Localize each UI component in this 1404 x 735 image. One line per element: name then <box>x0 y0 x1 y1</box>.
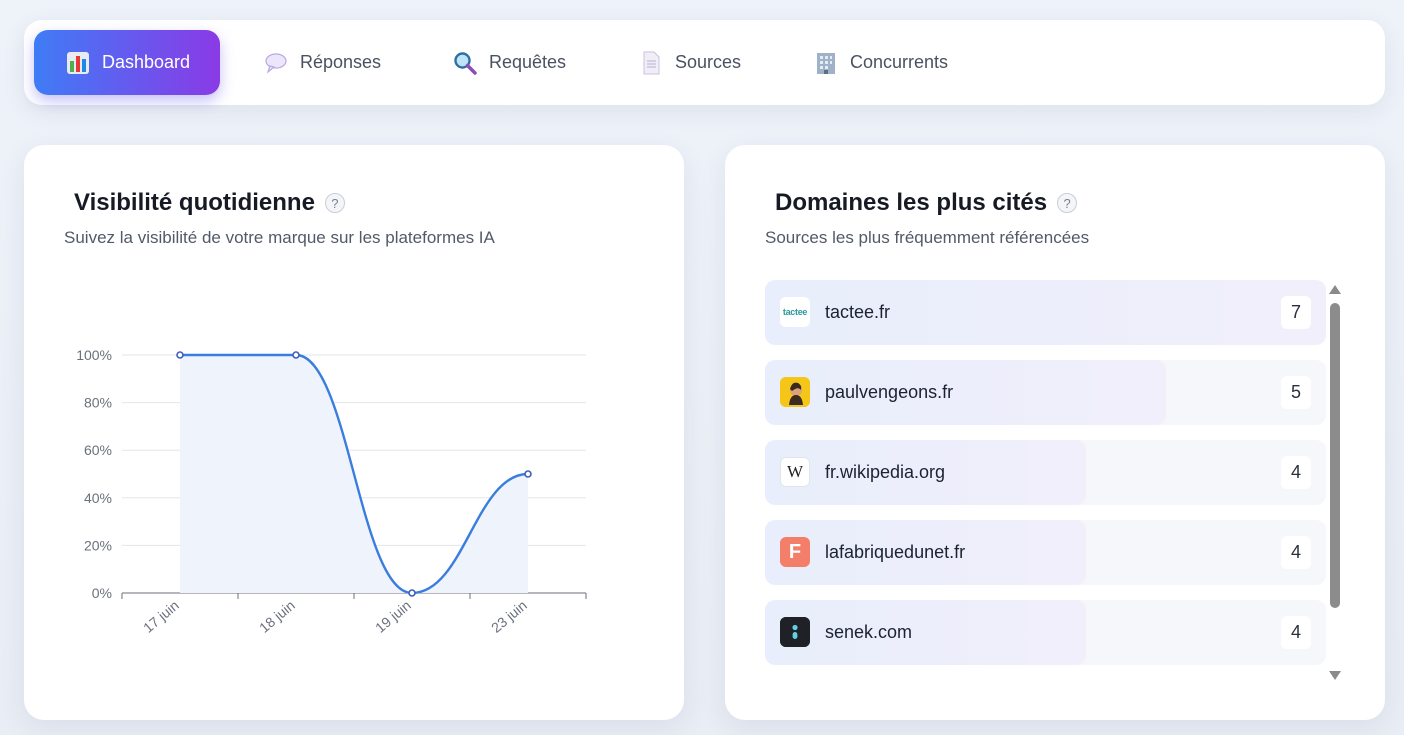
nav-concurrents-label: Concurrents <box>850 52 949 72</box>
domains-subtitle: Sources les plus fréquemment référencées <box>765 228 1090 247</box>
domain-name: lafabriquedunet.fr <box>825 542 966 562</box>
scroll-down-arrow-icon[interactable] <box>1329 671 1341 680</box>
y-tick-label: 0% <box>92 585 112 601</box>
nav-concurrents[interactable]: Concurrents <box>782 30 978 95</box>
bar-chart-icon <box>66 51 90 75</box>
help-icon[interactable]: ? <box>1057 193 1078 213</box>
domains-title-text: Domaines les plus cités <box>775 189 1048 216</box>
document-icon <box>639 51 663 75</box>
nav-reponses-label: Réponses <box>300 52 382 72</box>
scroll-up-arrow-icon[interactable] <box>1329 285 1341 294</box>
data-point <box>408 589 416 597</box>
domains-title: Domaines les plus cités ? <box>775 189 1078 217</box>
domain-logo-icon <box>780 377 810 407</box>
y-tick-label: 20% <box>84 537 112 553</box>
domain-logo-icon: W <box>780 457 810 487</box>
nav-requetes-label: Requêtes <box>489 52 567 72</box>
x-tick-label: 18 juin <box>256 597 298 636</box>
domain-name: tactee.fr <box>825 302 891 322</box>
domain-name: paulvengeons.fr <box>825 382 954 402</box>
y-tick-label: 100% <box>76 347 112 363</box>
data-point <box>292 351 300 359</box>
domain-name: fr.wikipedia.org <box>825 462 946 482</box>
domain-row[interactable]: senek.com 4 <box>765 600 1326 665</box>
speech-bubble-icon <box>264 51 288 75</box>
nav-requetes[interactable]: Requêtes <box>421 30 596 95</box>
data-point <box>176 351 184 359</box>
domain-logo-icon <box>780 617 810 647</box>
scroll-thumb[interactable] <box>1330 303 1340 608</box>
domain-count-badge: 4 <box>1281 616 1311 649</box>
domain-count-badge: 7 <box>1281 296 1311 329</box>
x-tick-label: 19 juin <box>372 597 414 636</box>
domain-count-badge: 5 <box>1281 376 1311 409</box>
domain-row[interactable]: paulvengeons.fr 5 <box>765 360 1326 425</box>
nav-sources[interactable]: Sources <box>607 30 771 95</box>
domain-count-badge: 4 <box>1281 456 1311 489</box>
x-tick-label: 17 juin <box>140 597 182 636</box>
domain-logo-icon: F <box>780 537 810 567</box>
y-tick-label: 40% <box>84 490 112 506</box>
x-tick-label: 23 juin <box>488 597 530 636</box>
domain-logo-icon: tactee <box>780 297 810 327</box>
domain-list-scrollbar[interactable] <box>1325 285 1345 680</box>
y-tick-label: 60% <box>84 442 112 458</box>
domain-count-badge: 4 <box>1281 536 1311 569</box>
visibility-card: Visibilité quotidienne ? Suivez la visib… <box>24 145 684 720</box>
nav-dashboard[interactable]: Dashboard <box>34 30 221 95</box>
domain-name: senek.com <box>825 622 913 642</box>
data-point <box>524 470 532 478</box>
domain-row[interactable]: Wfr.wikipedia.org 4 <box>765 440 1326 505</box>
visibility-chart: 0% 20% 40% 60% 80% 100% 17 juin 18 juin 19 juin 2… <box>76 347 587 636</box>
domains-card: Domaines les plus cités ? Sources les pl… <box>725 145 1385 720</box>
office-building-icon <box>814 51 838 75</box>
domain-row[interactable]: tactee tactee.fr 7 <box>765 280 1326 345</box>
nav-sources-label: Sources <box>675 52 742 72</box>
domain-bar-fill <box>765 600 1086 665</box>
top-navigation: Dashboard Réponses Requêtes Sources Conc… <box>24 20 1385 105</box>
magnifier-icon <box>453 51 477 75</box>
domain-row[interactable]: Flafabriquedunet.fr 4 <box>765 520 1326 585</box>
nav-dashboard-label: Dashboard <box>102 52 191 72</box>
nav-reponses[interactable]: Réponses <box>232 30 411 95</box>
y-tick-label: 80% <box>84 395 112 411</box>
domain-list: tactee tactee.fr 7 paulvengeons.fr 5 Wfr.wiki… <box>765 280 1326 680</box>
